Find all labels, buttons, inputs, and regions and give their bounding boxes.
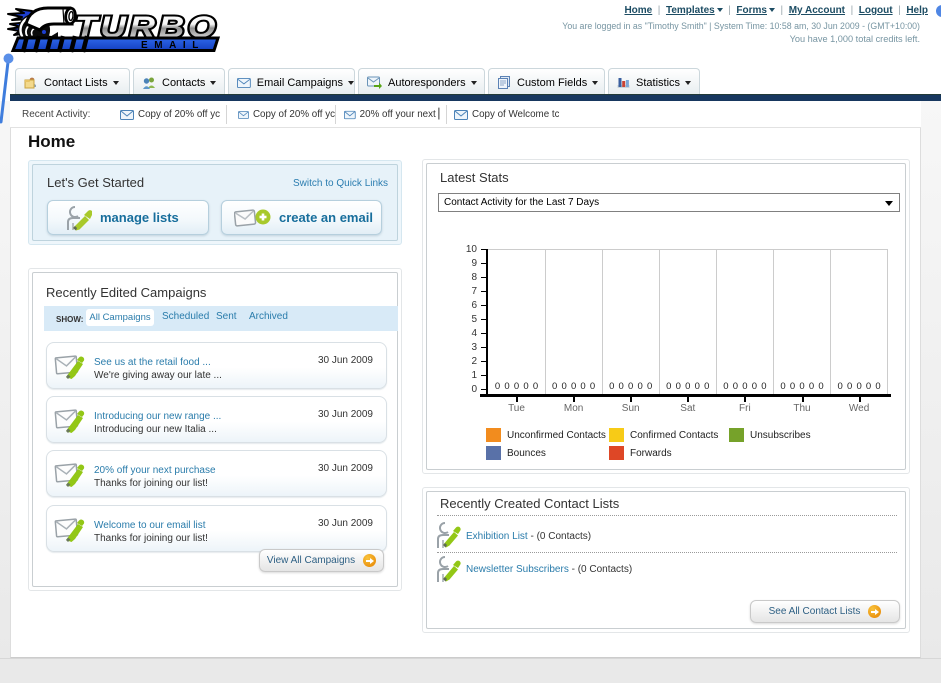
svg-text:EMAIL: EMAIL — [141, 39, 205, 51]
